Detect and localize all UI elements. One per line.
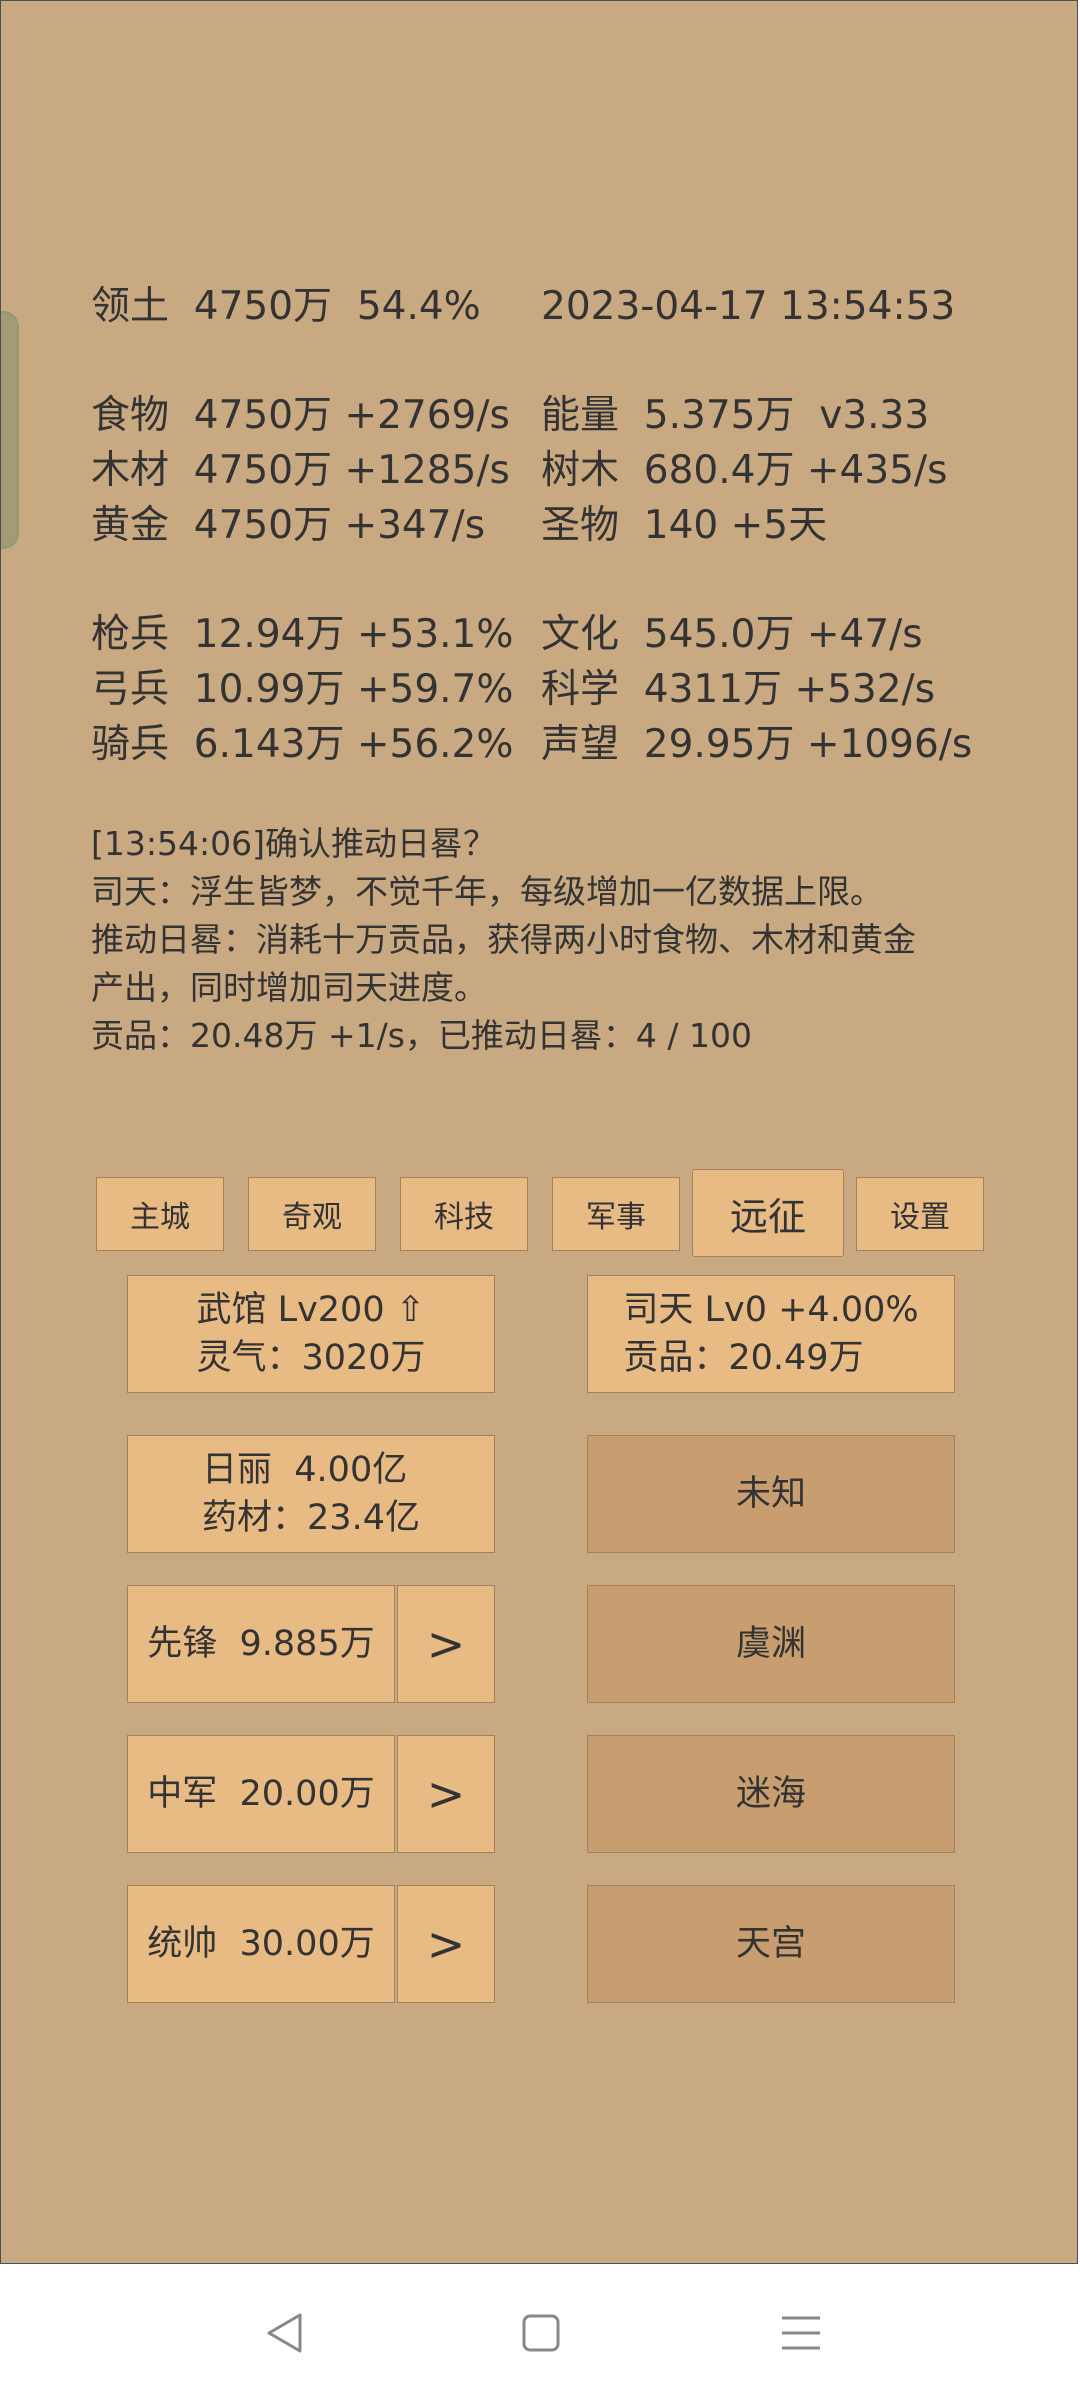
log-line: 司天：浮生皆梦，不觉千年，每级增加一亿数据上限。 (91, 872, 883, 911)
tab-military[interactable]: 军事 (552, 1177, 680, 1251)
trees-stat: 树木 680.4万 +435/s (541, 448, 948, 493)
home-icon[interactable] (518, 2310, 564, 2356)
tab-main-city[interactable]: 主城 (96, 1177, 224, 1251)
datetime-text: 2023-04-17 13:54:53 (541, 284, 956, 329)
vanguard-arrow-button[interactable]: > (397, 1585, 495, 1703)
rili-button[interactable]: 日丽 4.00亿 药材：23.4亿 (127, 1435, 495, 1553)
tab-wonders[interactable]: 奇观 (248, 1177, 376, 1251)
gold-stat: 黄金 4750万 +347/s (91, 503, 486, 548)
territory-stat: 领土 4750万 54.4% (91, 284, 481, 329)
science-stat: 科学 4311万 +532/s (541, 667, 936, 712)
mihai-button[interactable]: 迷海 (587, 1735, 955, 1853)
tab-expedition[interactable]: 远征 (692, 1169, 844, 1257)
log-line: [13:54:06]确认推动日晷？ (91, 824, 496, 863)
culture-stat: 文化 545.0万 +47/s (541, 612, 923, 657)
log-line: 贡品：20.48万 +1/s，已推动日晷：4 / 100 (91, 1016, 752, 1055)
side-drawer-handle[interactable] (1, 311, 19, 549)
log-line: 产出，同时增加司天进度。 (91, 968, 487, 1007)
wood-stat: 木材 4750万 +1285/s (91, 448, 510, 493)
yuyuan-button[interactable]: 虞渊 (587, 1585, 955, 1703)
unknown-button[interactable]: 未知 (587, 1435, 955, 1553)
log-line: 推动日晷：消耗十万贡品，获得两小时食物、木材和黄金 (91, 920, 916, 959)
commander-arrow-button[interactable]: > (397, 1885, 495, 2003)
prestige-stat: 声望 29.95万 +1096/s (541, 722, 973, 767)
sitian-button[interactable]: 司天 Lv0 +4.00% 贡品：20.49万 (587, 1275, 955, 1393)
vanguard-button[interactable]: 先锋 9.885万 (127, 1585, 395, 1703)
center-army-arrow-button[interactable]: > (397, 1735, 495, 1853)
commander-button[interactable]: 统帅 30.00万 (127, 1885, 395, 2003)
menu-icon[interactable] (778, 2310, 824, 2356)
food-stat: 食物 4750万 +2769/s (91, 393, 510, 438)
center-army-button[interactable]: 中军 20.00万 (127, 1735, 395, 1853)
archers-stat: 弓兵 10.99万 +59.7% (91, 667, 514, 712)
tab-technology[interactable]: 科技 (400, 1177, 528, 1251)
spearmen-stat: 枪兵 12.94万 +53.1% (91, 612, 514, 657)
energy-stat: 能量 5.375万 v3.33 (541, 393, 930, 438)
wuguan-button[interactable]: 武馆 Lv200 ⇧ 灵气：3020万 (127, 1275, 495, 1393)
relics-stat: 圣物 140 +5天 (541, 503, 828, 548)
tab-settings[interactable]: 设置 (856, 1177, 984, 1251)
game-screen: 领土 4750万 54.4% 2023-04-17 13:54:53 食物 47… (0, 0, 1078, 2264)
tiangong-button[interactable]: 天宫 (587, 1885, 955, 2003)
cavalry-stat: 骑兵 6.143万 +56.2% (91, 722, 514, 767)
back-icon[interactable] (262, 2310, 308, 2356)
